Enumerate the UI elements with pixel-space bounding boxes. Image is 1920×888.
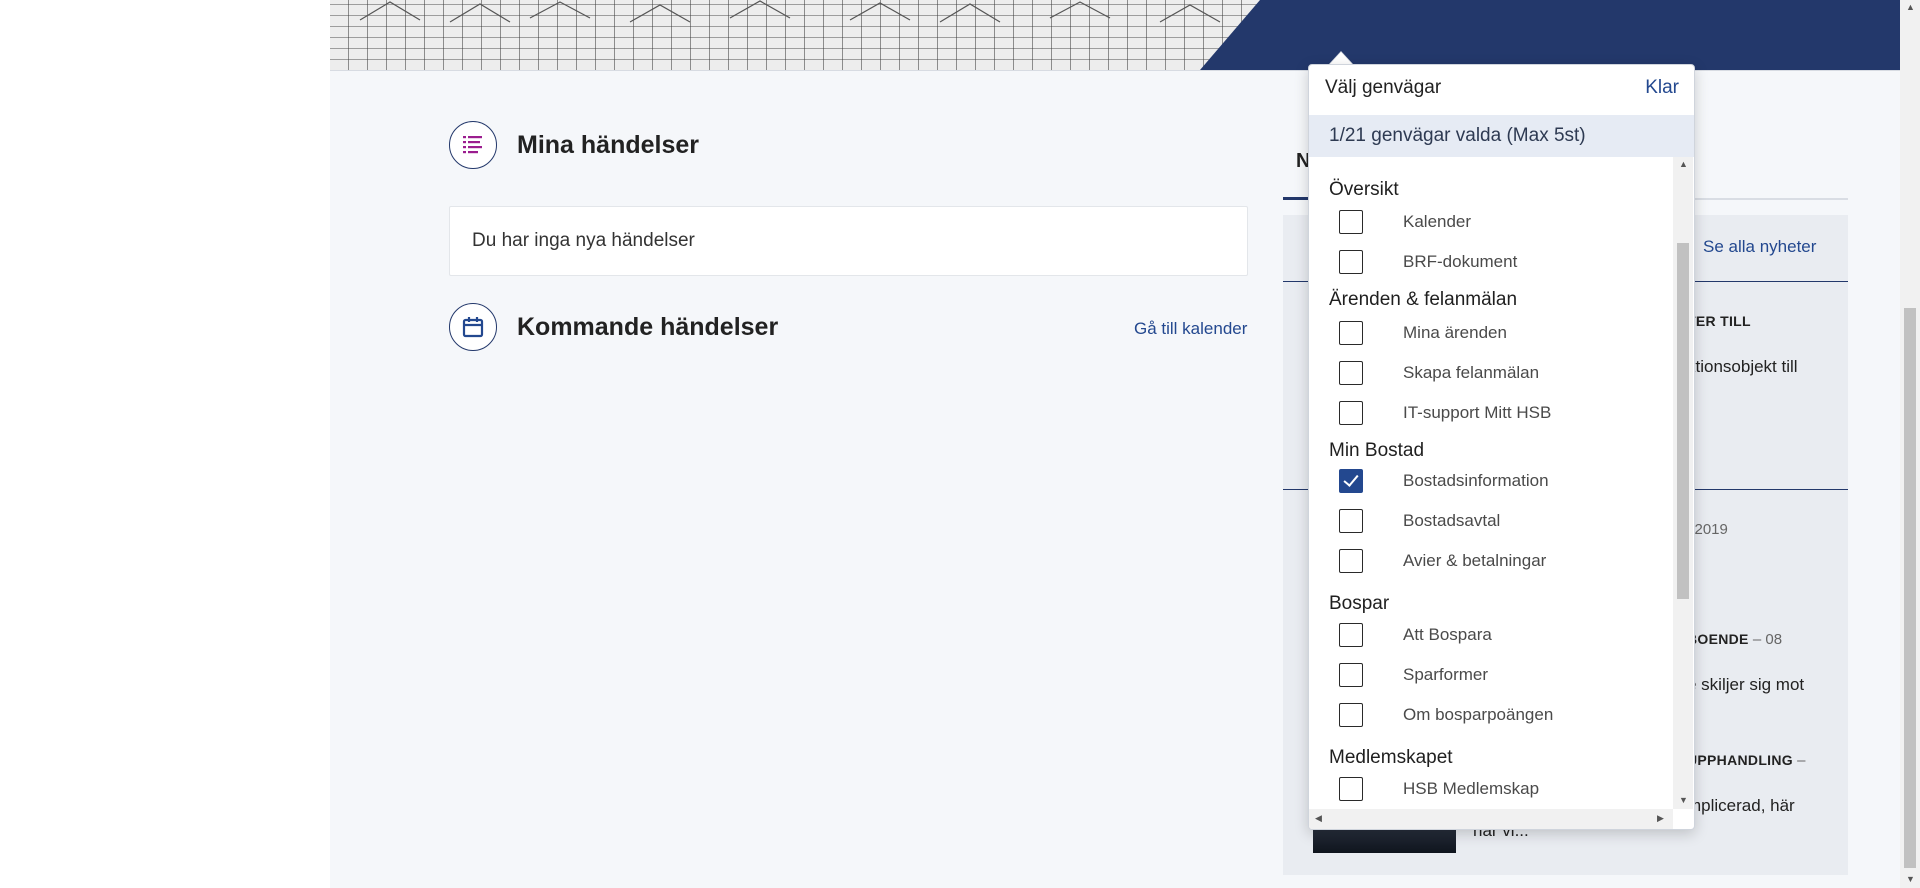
option-label: Kalender: [1403, 212, 1472, 231]
news-item-date: –: [1792, 752, 1806, 769]
option-label: Mina ärenden: [1403, 323, 1507, 342]
hero-banner: [330, 0, 1900, 70]
shortcut-option-att-bospara[interactable]: Att Bospara: [1309, 617, 1673, 653]
shortcut-option-skapa-felanmalan[interactable]: Skapa felanmälan: [1309, 355, 1673, 391]
page-scroll-thumb[interactable]: [1904, 308, 1916, 868]
group-title: Översikt: [1329, 179, 1399, 200]
news-item-title[interactable]: mplicerad, här: [1687, 796, 1795, 816]
popup-title: Välj genvägar: [1325, 77, 1442, 98]
calendar-icon: [449, 303, 497, 351]
option-label: Om bosparpoängen: [1403, 705, 1554, 724]
group-title: Bospar: [1329, 593, 1390, 614]
shortcuts-popup: Välj genvägar Klar 1/21 genvägar valda (…: [1308, 64, 1695, 830]
checkbox[interactable]: [1339, 321, 1363, 345]
see-all-news-link[interactable]: Se alla nyheter: [1703, 237, 1816, 257]
option-label: Skapa felanmälan: [1403, 363, 1540, 382]
popup-header: Välj genvägar Klar: [1309, 65, 1694, 115]
scroll-up-arrow-icon[interactable]: ▲: [1679, 159, 1688, 169]
news-item-category: UPPHANDLING: [1687, 752, 1793, 768]
group-title: Min Bostad: [1329, 440, 1425, 461]
scroll-left-arrow-icon[interactable]: ◀: [1315, 813, 1322, 824]
shortcut-option-bostadsinformation[interactable]: Bostadsinformation: [1309, 463, 1673, 499]
shortcut-option-it-support[interactable]: IT-support Mitt HSB: [1309, 395, 1673, 431]
checkbox[interactable]: [1339, 509, 1363, 533]
news-item-date: – 08: [1748, 631, 1783, 648]
page-left-margin: [0, 0, 331, 888]
option-label: Avier & betalningar: [1403, 551, 1547, 570]
option-label: Att Bospara: [1403, 625, 1492, 644]
list-icon: [449, 121, 497, 169]
hero-rooftops-illustration: [359, 0, 1221, 23]
shortcut-option-avier[interactable]: Avier & betalningar: [1309, 543, 1673, 579]
shortcut-option-bostadsavtal[interactable]: Bostadsavtal: [1309, 503, 1673, 539]
my-events-empty-card: Du har inga nya händelser: [449, 206, 1248, 276]
shortcut-option-mina-arenden[interactable]: Mina ärenden: [1309, 315, 1673, 351]
my-events-title: Mina händelser: [517, 130, 699, 159]
checkbox[interactable]: [1339, 663, 1363, 687]
shortcut-option-om-bosparpoangen[interactable]: Om bosparpoängen: [1309, 697, 1673, 733]
news-item-title[interactable]: e skiljer sig mot: [1687, 675, 1804, 695]
option-label: Bostadsavtal: [1403, 511, 1501, 530]
news-item-category: TER TILL: [1687, 313, 1751, 329]
news-item-meta: BOENDE – 08: [1687, 631, 1782, 649]
checkbox[interactable]: [1339, 703, 1363, 727]
checkbox[interactable]: [1339, 777, 1363, 801]
option-label: IT-support Mitt HSB: [1403, 403, 1552, 422]
option-label: Sparformer: [1403, 665, 1489, 684]
shortcut-option-kalender[interactable]: Kalender: [1309, 204, 1673, 240]
checkbox[interactable]: [1339, 401, 1363, 425]
scroll-down-arrow-icon[interactable]: ▼: [1679, 795, 1688, 805]
upcoming-events-header: Kommande händelser: [449, 303, 778, 351]
hero-navy-panel: [1200, 0, 1900, 70]
option-label: HSB Medlemskap: [1403, 779, 1540, 798]
upcoming-events-title: Kommande händelser: [517, 312, 779, 341]
group-title: Ärenden & felanmälan: [1329, 289, 1518, 310]
checkbox[interactable]: [1339, 549, 1363, 573]
selection-count: 1/21 genvägar valda (Max 5st): [1309, 115, 1694, 157]
my-events-empty-text: Du har inga nya händelser: [472, 230, 695, 251]
scroll-down-arrow-icon[interactable]: ▼: [1906, 874, 1915, 884]
go-to-calendar-link[interactable]: Gå till kalender: [1134, 319, 1247, 339]
popup-scroll-thumb[interactable]: [1677, 243, 1689, 599]
popup-vertical-scrollbar[interactable]: ▲ ▼: [1673, 157, 1693, 809]
my-events-header: Mina händelser: [449, 121, 699, 169]
checkbox-checked[interactable]: [1339, 469, 1363, 493]
option-label: Bostadsinformation: [1403, 471, 1549, 490]
shortcut-option-hsb-medlemskap[interactable]: HSB Medlemskap: [1309, 771, 1673, 807]
popup-horizontal-scrollbar[interactable]: ◀ ▶: [1309, 809, 1673, 829]
checkbox[interactable]: [1339, 623, 1363, 647]
page-scrollbar[interactable]: ▲ ▼: [1900, 0, 1920, 888]
shortcut-option-sparformer[interactable]: Sparformer: [1309, 657, 1673, 693]
news-item-category: BOENDE: [1687, 631, 1749, 647]
checkbox[interactable]: [1339, 250, 1363, 274]
scroll-up-arrow-icon[interactable]: ▲: [1906, 2, 1915, 12]
group-title: Medlemskapet: [1329, 747, 1453, 768]
scroll-right-arrow-icon[interactable]: ▶: [1657, 813, 1664, 824]
selection-count-text: 1/21 genvägar valda (Max 5st): [1329, 125, 1586, 146]
news-item-title[interactable]: ktionsobjekt till: [1687, 357, 1798, 377]
shortcut-list: Översikt Kalender BRF-dokument Ärenden &…: [1309, 157, 1673, 809]
news-item-meta: UPPHANDLING –: [1687, 752, 1806, 770]
option-label: BRF-dokument: [1403, 252, 1518, 271]
checkbox[interactable]: [1339, 210, 1363, 234]
checkbox[interactable]: [1339, 361, 1363, 385]
done-button[interactable]: Klar: [1645, 77, 1679, 99]
shortcut-option-brf-dokument[interactable]: BRF-dokument: [1309, 244, 1673, 280]
